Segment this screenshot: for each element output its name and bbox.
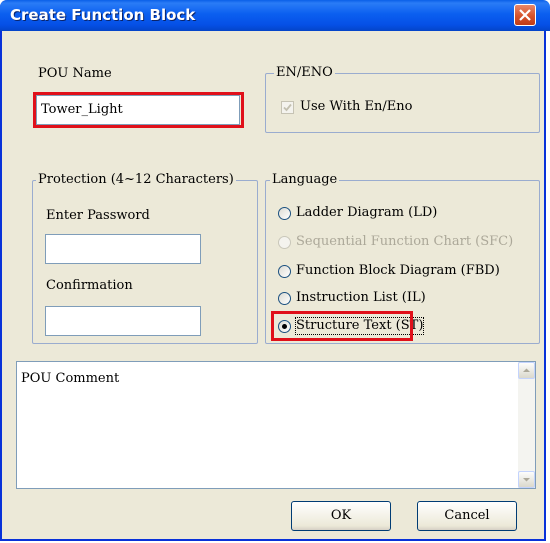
chevron-down-icon: [523, 478, 530, 482]
en-eno-group: EN/ENO Use With En/Eno: [265, 65, 540, 133]
scroll-down-button[interactable]: [518, 471, 535, 488]
pou-comment-textarea[interactable]: POU Comment: [16, 361, 536, 489]
comment-scrollbar[interactable]: [518, 362, 535, 488]
ok-button[interactable]: OK: [291, 501, 391, 531]
en-eno-label: EN/ENO: [274, 65, 335, 81]
confirmation-field[interactable]: [45, 306, 201, 336]
confirmation-label: Confirmation: [46, 278, 133, 293]
pou-name-highlight: [33, 92, 244, 128]
radio-sequential-function-chart[interactable]: [278, 236, 291, 249]
scroll-up-button[interactable]: [518, 362, 535, 379]
enter-password-field[interactable]: [45, 234, 201, 264]
protection-label: Protection (4~12 Characters): [36, 172, 236, 188]
radio-instruction-list[interactable]: [278, 292, 291, 305]
chevron-up-icon: [523, 368, 530, 372]
option-function-block-diagram[interactable]: Function Block Diagram (FBD): [296, 263, 500, 279]
option-ladder-diagram[interactable]: Ladder Diagram (LD): [296, 205, 437, 221]
pou-name-label: POU Name: [38, 66, 112, 81]
use-en-eno-checkbox[interactable]: [281, 101, 294, 114]
cancel-button[interactable]: Cancel: [417, 501, 517, 531]
protection-group: Protection (4~12 Characters) Enter Passw…: [32, 172, 258, 344]
pou-comment-label: POU Comment: [21, 371, 120, 386]
radio-function-block-diagram[interactable]: [278, 265, 291, 278]
dialog-title: Create Function Block: [10, 6, 196, 24]
title-bar[interactable]: Create Function Block: [0, 0, 550, 31]
structure-text-highlight: [271, 311, 413, 341]
radio-ladder-diagram[interactable]: [278, 207, 291, 220]
checkmark-icon: [283, 103, 292, 112]
create-function-block-dialog: Create Function Block POU Name Tower_Lig…: [0, 0, 550, 541]
close-icon: [519, 9, 531, 21]
enter-password-label: Enter Password: [46, 208, 150, 223]
option-instruction-list[interactable]: Instruction List (IL): [296, 290, 426, 306]
use-en-eno-label: Use With En/Eno: [300, 99, 413, 114]
option-sequential-function-chart[interactable]: Sequential Function Chart (SFC): [296, 234, 513, 250]
language-label: Language: [270, 172, 340, 188]
close-button[interactable]: [514, 4, 536, 26]
